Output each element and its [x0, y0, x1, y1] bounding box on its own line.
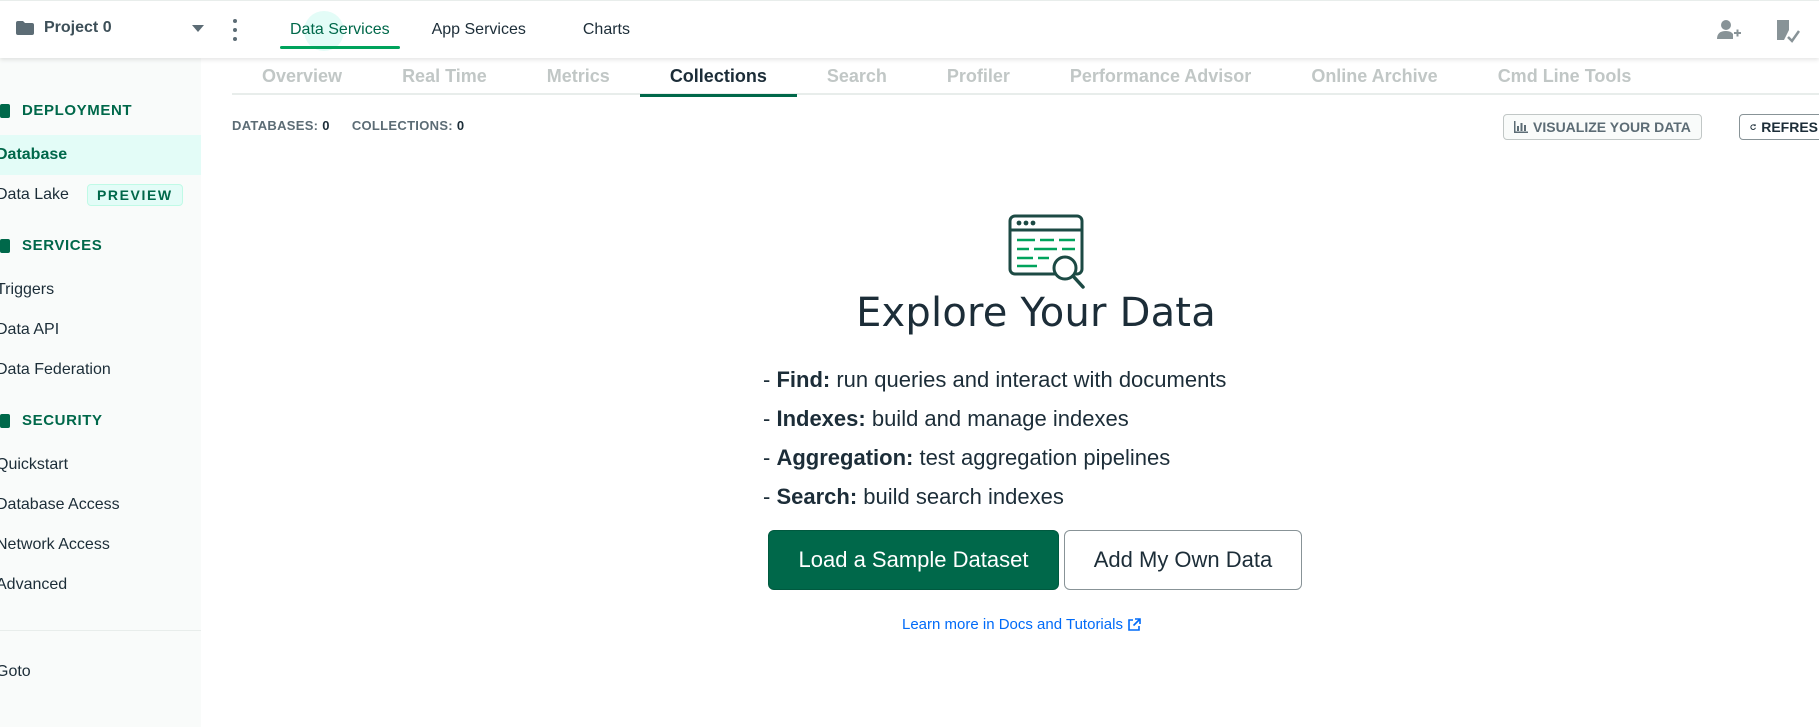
tab-metrics[interactable]: Metrics	[517, 58, 640, 95]
list-item: - Indexes: build and manage indexes	[763, 406, 1129, 431]
lock-icon	[0, 413, 10, 428]
top-navigation-bar: Project 0 Data Services App Services Cha…	[0, 0, 1819, 58]
more-options-icon[interactable]	[232, 19, 238, 41]
tab-collections[interactable]: Collections	[639, 58, 797, 97]
activity-feed-icon[interactable]	[1774, 17, 1800, 43]
refresh-icon	[1750, 124, 1756, 130]
tab-charts[interactable]: Charts	[583, 1, 630, 59]
cluster-subtabs: Overview Real Time Metrics Collections S…	[232, 58, 1819, 97]
tab-real-time[interactable]: Real Time	[372, 58, 517, 95]
sidebar-item-quickstart[interactable]: Quickstart	[0, 445, 201, 485]
bar-chart-icon	[1514, 121, 1528, 133]
sidebar-item-network-access[interactable]: Network Access	[0, 525, 201, 565]
sidebar-item-database-access[interactable]: Database Access	[0, 485, 201, 525]
sidebar: DEPLOYMENT Database Data Lake PREVIEW SE…	[0, 58, 201, 727]
tab-overview[interactable]: Overview	[232, 58, 372, 95]
sidebar-divider	[0, 630, 201, 631]
project-name: Project 0	[44, 19, 112, 36]
sidebar-section-services: SERVICES	[0, 237, 102, 254]
sidebar-section-security: SECURITY	[0, 412, 103, 429]
services-icon	[0, 238, 10, 253]
databases-stat: DATABASES: 0	[232, 118, 330, 133]
caret-down-icon[interactable]	[192, 25, 204, 32]
sidebar-item-goto[interactable]: Goto	[0, 652, 201, 692]
feature-list: - Find: run queries and interact with do…	[763, 360, 1226, 516]
tab-cmd-line-tools[interactable]: Cmd Line Tools	[1468, 58, 1662, 95]
sidebar-item-data-federation[interactable]: Data Federation	[0, 350, 201, 390]
add-own-data-button[interactable]: Add My Own Data	[1064, 530, 1302, 590]
collection-stats: DATABASES: 0 COLLECTIONS: 0	[232, 118, 464, 133]
visualize-data-button[interactable]: VISUALIZE YOUR DATA	[1503, 114, 1702, 140]
product-tabs: Data Services App Services Charts	[280, 1, 630, 59]
preview-badge: PREVIEW	[86, 184, 183, 206]
sidebar-section-deployment: DEPLOYMENT	[0, 102, 132, 119]
add-user-icon[interactable]	[1716, 17, 1742, 43]
tab-app-services[interactable]: App Services	[432, 1, 526, 59]
sidebar-item-advanced[interactable]: Advanced	[0, 565, 201, 605]
list-item: - Search: build search indexes	[763, 484, 1064, 509]
list-item: - Aggregation: test aggregation pipeline…	[763, 445, 1171, 470]
database-icon	[0, 103, 10, 118]
tab-search[interactable]: Search	[797, 58, 917, 95]
tab-data-services[interactable]: Data Services	[280, 1, 400, 59]
collections-stat: COLLECTIONS: 0	[351, 118, 465, 133]
load-sample-dataset-button[interactable]: Load a Sample Dataset	[768, 530, 1059, 590]
explore-data-illustration	[1008, 214, 1085, 289]
sidebar-item-data-lake[interactable]: Data Lake PREVIEW	[0, 175, 201, 215]
folder-icon	[16, 21, 34, 35]
empty-state-title: Explore Your Data	[856, 290, 1216, 336]
tab-online-archive[interactable]: Online Archive	[1281, 58, 1467, 95]
tab-profiler[interactable]: Profiler	[917, 58, 1040, 95]
sidebar-item-database[interactable]: Database	[0, 135, 201, 175]
learn-more-link[interactable]: Learn more in Docs and Tutorials	[902, 616, 1142, 633]
list-item: - Find: run queries and interact with do…	[763, 367, 1227, 392]
tab-performance-advisor[interactable]: Performance Advisor	[1040, 58, 1281, 95]
refresh-button[interactable]: REFRES	[1739, 114, 1819, 140]
external-link-icon	[1128, 618, 1141, 631]
project-selector[interactable]: Project 0	[16, 19, 112, 37]
